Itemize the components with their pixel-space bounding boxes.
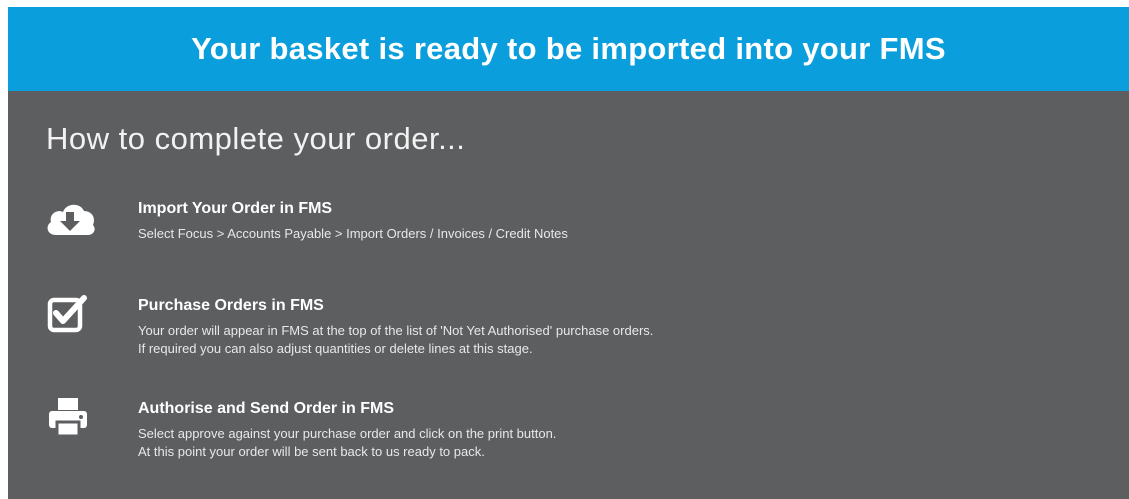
banner-title: Your basket is ready to be imported into… (191, 31, 946, 66)
step-description-line: Your order will appear in FMS at the top… (138, 323, 654, 338)
step-description-line: Select approve against your purchase ord… (138, 426, 557, 441)
step-title: Import Your Order in FMS (138, 200, 333, 217)
instructions-panel: Your basket is ready to be imported into… (8, 7, 1129, 499)
page-heading: How to complete your order... (46, 121, 466, 156)
step-title: Authorise and Send Order in FMS (138, 400, 395, 417)
step-description-line: If required you can also adjust quantiti… (138, 341, 533, 356)
step-title: Purchase Orders in FMS (138, 297, 324, 314)
step-description-line: At this point your order will be sent ba… (138, 444, 485, 459)
step-description: Select Focus > Accounts Payable > Import… (138, 226, 568, 241)
checkbox-icon (42, 290, 98, 338)
banner: Your basket is ready to be imported into… (8, 7, 1129, 91)
printer-icon (42, 394, 98, 442)
cloud-download-icon (42, 195, 98, 243)
